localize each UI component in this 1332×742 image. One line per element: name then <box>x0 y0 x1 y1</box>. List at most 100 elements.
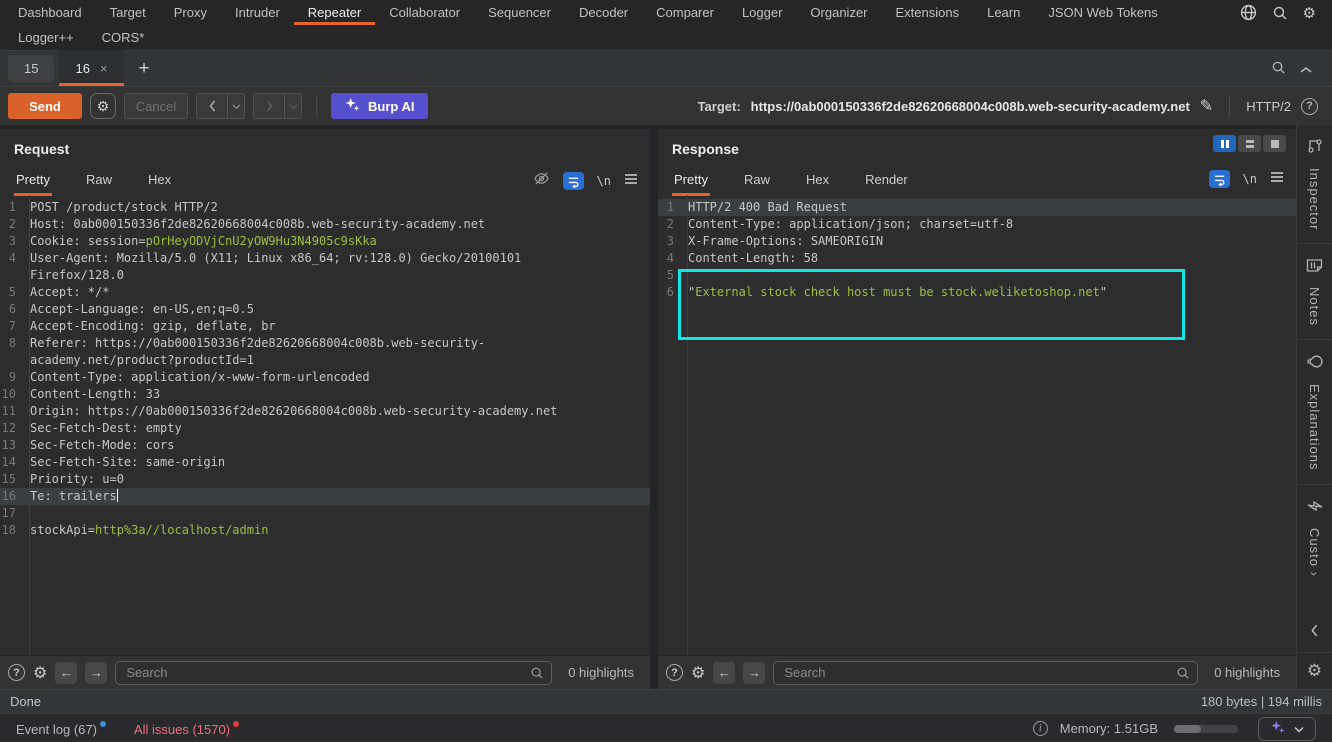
tab-response-raw[interactable]: Raw <box>742 172 772 193</box>
all-issues-dot <box>233 720 240 727</box>
history-back-button[interactable] <box>196 93 228 119</box>
tab-request-pretty[interactable]: Pretty <box>14 172 52 193</box>
menu-item-extensions[interactable]: Extensions <box>882 0 974 25</box>
word-wrap-icon[interactable] <box>1208 170 1230 188</box>
find-previous-button[interactable]: ← <box>713 661 736 684</box>
code-line: 3 Cookie: session=pOrHeyODVjCnU2yOW9Hu3N4… <box>0 233 650 250</box>
all-issues-link[interactable]: All issues (1570) <box>134 720 240 737</box>
menu-item-organizer[interactable]: Organizer <box>796 0 881 25</box>
history-forward-dropdown[interactable] <box>285 93 302 119</box>
code-text: Accept-Encoding: gzip, deflate, br <box>30 319 276 333</box>
tab-request-raw[interactable]: Raw <box>84 172 114 193</box>
menu-item-decoder[interactable]: Decoder <box>565 0 642 25</box>
menu-item-logger-[interactable]: Logger++ <box>4 25 88 50</box>
help-icon[interactable]: ? <box>8 664 25 681</box>
info-icon[interactable]: i <box>1032 721 1048 736</box>
hide-eye-off-icon[interactable] <box>533 170 550 192</box>
sidebar-settings-gear-icon[interactable]: ⚙ <box>1307 657 1322 689</box>
layout-rows-icon[interactable] <box>1238 135 1261 152</box>
sidebar-item-notes[interactable]: Notes <box>1297 244 1332 341</box>
menu-item-json-web-tokens[interactable]: JSON Web Tokens <box>1034 0 1171 25</box>
sidebar-item-label: Notes <box>1307 287 1322 327</box>
code-text: Sec-Fetch-Site: same-origin <box>30 455 226 469</box>
response-highlight-count: 0 highlights <box>1214 665 1280 680</box>
request-search-input[interactable] <box>115 660 553 685</box>
menu-item-repeater[interactable]: Repeater <box>294 0 375 25</box>
line-number: 10 <box>1 387 16 401</box>
find-next-button[interactable]: → <box>743 661 766 684</box>
code-text: Accept-Language: en-US,en;q=0.5 <box>30 302 254 316</box>
menu-item-target[interactable]: Target <box>96 0 160 25</box>
layout-single-icon[interactable] <box>1263 135 1286 152</box>
panel-splitter[interactable] <box>650 125 658 689</box>
lightbulb-icon <box>1307 353 1323 375</box>
request-editor[interactable]: 1 POST /product/stock HTTP/2 2 Host: 0ab000… <box>0 195 650 655</box>
add-tab-button[interactable]: + <box>129 58 160 86</box>
layout-columns-icon[interactable] <box>1213 135 1236 152</box>
settings-gear-icon[interactable]: ⚙ <box>1303 4 1316 22</box>
help-icon[interactable]: ? <box>666 664 683 681</box>
menu-item-cors-[interactable]: CORS* <box>88 25 159 50</box>
line-number: 2 <box>8 217 16 231</box>
menu-item-logger[interactable]: Logger <box>728 0 796 25</box>
session-tab-row: 15 16 × + <box>0 50 1332 87</box>
menu-item-proxy[interactable]: Proxy <box>160 0 221 25</box>
history-back-dropdown[interactable] <box>228 93 245 119</box>
ai-quick-button[interactable] <box>1258 716 1316 741</box>
code-text: POST /product/stock HTTP/2 <box>30 200 218 214</box>
response-search-input[interactable] <box>773 660 1199 685</box>
menu-item-dashboard[interactable]: Dashboard <box>4 0 96 25</box>
line-number: 17 <box>1 506 16 520</box>
nonprinting-chars-icon[interactable]: \n <box>597 174 611 188</box>
menu-item-learn[interactable]: Learn <box>973 0 1034 25</box>
menu-hamburger-icon[interactable] <box>1270 170 1284 188</box>
code-text: Sec-Fetch-Dest: empty <box>30 421 182 435</box>
tab-response-pretty[interactable]: Pretty <box>672 172 710 193</box>
search-icon[interactable] <box>1272 5 1288 21</box>
menu-hamburger-icon[interactable] <box>624 172 638 190</box>
menu-item-comparer[interactable]: Comparer <box>642 0 728 25</box>
sidebar-item-custom-actions[interactable]: Custo › <box>1297 485 1332 590</box>
notes-icon <box>1306 257 1323 278</box>
edit-target-pencil-icon[interactable]: ✎ <box>1200 96 1213 116</box>
find-next-button[interactable]: → <box>85 661 108 684</box>
session-tab-15[interactable]: 15 <box>8 55 55 82</box>
event-log-link[interactable]: Event log (67) <box>16 720 106 737</box>
globe-icon[interactable] <box>1240 4 1257 21</box>
repeater-toolbar: Send ⚙ Cancel Burp AI Target: https://0a… <box>0 87 1332 125</box>
search-icon[interactable] <box>1271 60 1286 80</box>
menu-item-sequencer[interactable]: Sequencer <box>474 0 565 25</box>
send-settings-gear-icon[interactable]: ⚙ <box>90 93 116 119</box>
protocol-label[interactable]: HTTP/2 <box>1246 99 1291 114</box>
session-tab-16[interactable]: 16 × <box>59 50 124 86</box>
code-text: Te: trailers <box>30 489 118 503</box>
search-settings-gear-icon[interactable]: ⚙ <box>33 663 47 683</box>
help-icon[interactable]: ? <box>1301 97 1318 115</box>
menu-item-intruder[interactable]: Intruder <box>221 0 294 25</box>
word-wrap-icon[interactable] <box>562 172 584 190</box>
sidebar-item-inspector[interactable]: Inspector <box>1297 125 1332 245</box>
burp-ai-button[interactable]: Burp AI <box>331 93 429 119</box>
code-line: 1 HTTP/2 400 Bad Request <box>658 199 1296 216</box>
send-button[interactable]: Send <box>8 93 82 119</box>
sidebar-item-label: Inspector <box>1307 168 1322 231</box>
nonprinting-chars-icon[interactable]: \n <box>1243 172 1257 186</box>
chevron-up-icon[interactable] <box>1300 61 1312 79</box>
tab-response-render[interactable]: Render <box>863 172 910 193</box>
find-previous-button[interactable]: ← <box>55 661 78 684</box>
collapse-sidebar-chevron-icon[interactable] <box>1310 618 1319 648</box>
search-settings-gear-icon[interactable]: ⚙ <box>691 663 705 683</box>
cancel-button[interactable]: Cancel <box>124 93 188 119</box>
code-line: 18 stockApi=http%3a//localhost/admin <box>0 522 650 539</box>
tab-response-hex[interactable]: Hex <box>804 172 831 193</box>
tab-request-hex[interactable]: Hex <box>146 172 173 193</box>
target-cluster: Target: https://0ab000150336f2de82620668… <box>698 96 1324 116</box>
code-text: Origin: https://0ab000150336f2de82620668… <box>30 404 558 418</box>
close-tab-icon[interactable]: × <box>100 61 108 76</box>
sparkle-icon <box>1270 720 1285 737</box>
sidebar-item-explanations[interactable]: Explanations <box>1297 340 1332 485</box>
history-forward-button[interactable] <box>253 93 285 119</box>
response-editor[interactable]: 1 HTTP/2 400 Bad Request 2 Content-Type: ap… <box>658 195 1296 655</box>
menu-item-collaborator[interactable]: Collaborator <box>375 0 474 25</box>
line-number: 15 <box>1 472 16 486</box>
